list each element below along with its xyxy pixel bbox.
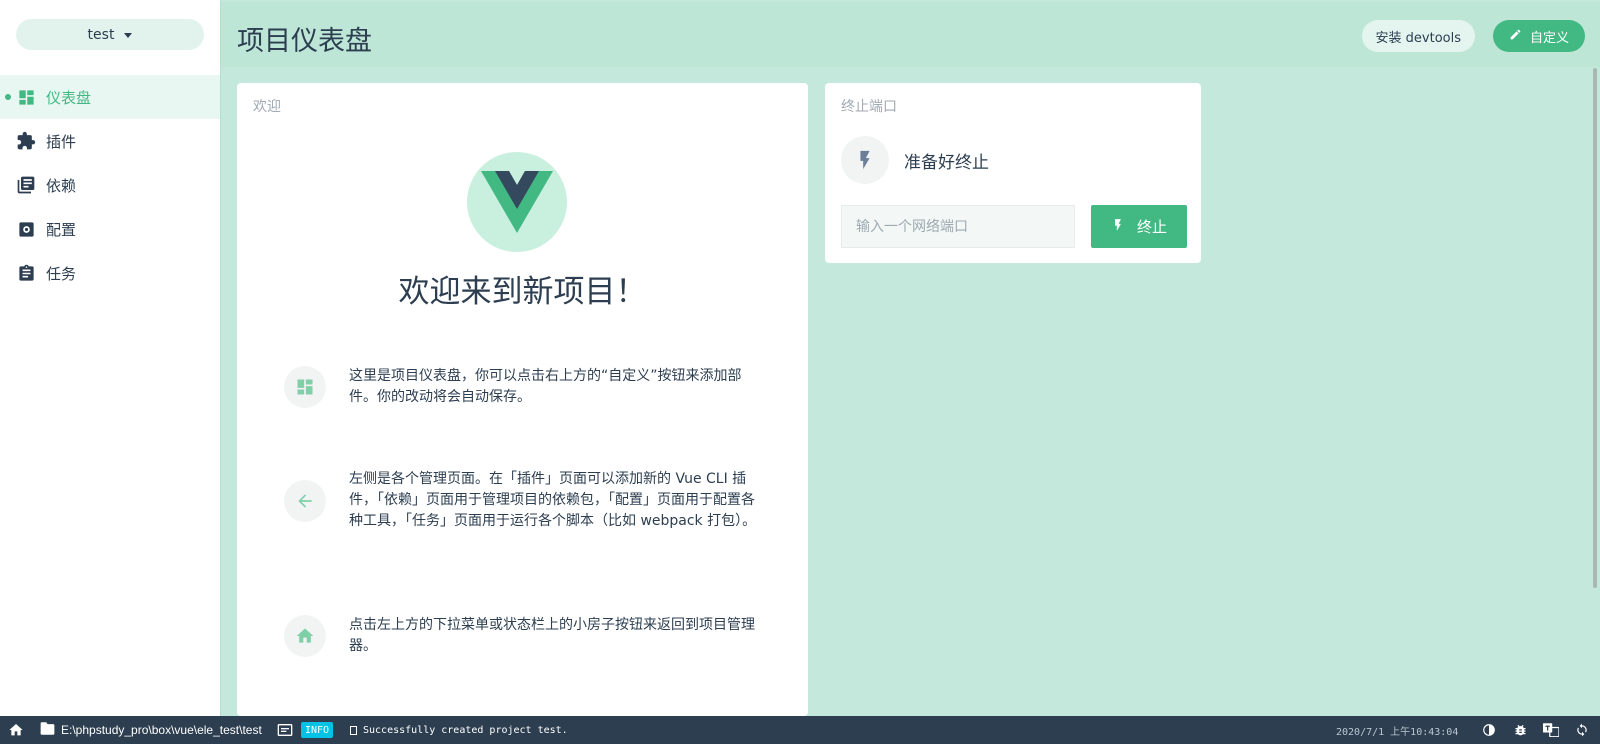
welcome-widget: 欢迎 欢迎来到新项目！ 这里是项目仪表盘，你可以点击右上方的“自定义”按钮来添加…	[237, 83, 808, 716]
puzzle-icon	[16, 131, 36, 151]
dark-mode-toggle-icon[interactable]	[1481, 722, 1497, 738]
sidebar-item-label: 依赖	[46, 176, 77, 195]
customize-label: 自定义	[1529, 30, 1569, 46]
console-icon[interactable]	[277, 722, 293, 738]
active-indicator-dot	[5, 94, 11, 100]
bug-report-icon[interactable]	[1512, 722, 1528, 738]
log-text: Successfully created project test.	[363, 724, 568, 736]
scrollbar[interactable]	[1593, 68, 1597, 588]
sidebar-item-tasks[interactable]: 任务	[0, 251, 220, 295]
sidebar-item-dependencies[interactable]: 依赖	[0, 163, 220, 207]
tip-item: 这里是项目仪表盘，你可以点击右上方的“自定义”按钮来添加部件。你的改动将会自动保…	[284, 366, 764, 408]
customize-button[interactable]: 自定义	[1493, 20, 1585, 52]
welcome-heading: 欢迎来到新项目！	[398, 274, 647, 310]
vue-logo	[467, 152, 567, 252]
kill-button-label: 终止	[1136, 218, 1167, 236]
sidebar-item-configuration[interactable]: 配置	[0, 207, 220, 251]
kill-status: 准备好终止	[841, 136, 989, 184]
tip-text: 这里是项目仪表盘，你可以点击右上方的“自定义”按钮来添加部件。你的改动将会自动保…	[349, 368, 742, 405]
main-content: 项目仪表盘 安装 devtools 自定义 欢迎 欢迎来到新项目！ 这里是项目仪…	[220, 0, 1600, 716]
sidebar-nav: 仪表盘 插件 依赖 配置 任务	[0, 75, 220, 295]
tip-text: 左侧是各个管理页面。在「插件」页面可以添加新的 Vue CLI 插件，「依赖」页…	[349, 471, 757, 529]
sidebar-item-label: 任务	[46, 264, 77, 283]
port-input[interactable]	[841, 205, 1075, 248]
last-log-message[interactable]: Successfully created project test.	[350, 716, 568, 744]
project-path[interactable]: E:\phpstudy_pro\box\vue\ele_test\test	[40, 716, 262, 744]
project-select-dropdown[interactable]: test	[16, 19, 204, 50]
folder-icon	[40, 722, 55, 738]
install-devtools-button[interactable]: 安装 devtools	[1361, 20, 1475, 52]
status-bar: E:\phpstudy_pro\box\vue\ele_test\test IN…	[0, 716, 1600, 744]
caret-down-icon	[124, 33, 133, 38]
clipboard-icon	[16, 263, 36, 283]
home-icon	[284, 615, 326, 657]
arrow-left-icon	[284, 479, 326, 522]
timestamp: 2020/7/1 上午10:43:04	[1336, 726, 1459, 738]
flash-icon	[841, 136, 889, 184]
sidebar-item-label: 配置	[46, 220, 77, 239]
log-level-badge: INFO	[301, 722, 334, 738]
sidebar: test 仪表盘 插件 依赖 配置 任务	[0, 0, 220, 716]
flash-icon	[1111, 216, 1125, 238]
widget-title: 终止端口	[841, 99, 897, 115]
library-books-icon	[16, 175, 36, 195]
tip-item: 左侧是各个管理页面。在「插件」页面可以添加新的 Vue CLI 插件，「依赖」页…	[284, 469, 764, 532]
log-box-icon	[350, 725, 357, 735]
settings-box-icon	[16, 219, 36, 239]
tip-item: 点击左上方的下拉菜单或状态栏上的小房子按钮来返回到项目管理器。	[284, 615, 764, 657]
project-name: test	[87, 26, 115, 43]
kill-status-text: 准备好终止	[904, 152, 989, 173]
dashboard-icon	[284, 366, 326, 408]
widget-title: 欢迎	[253, 99, 281, 115]
pencil-icon	[1509, 28, 1522, 45]
page-title: 项目仪表盘	[237, 26, 372, 57]
sidebar-item-plugins[interactable]: 插件	[0, 119, 220, 163]
sidebar-item-label: 插件	[46, 132, 77, 151]
tip-text: 点击左上方的下拉菜单或状态栏上的小房子按钮来返回到项目管理器。	[349, 617, 755, 654]
top-bar: 项目仪表盘 安装 devtools 自定义	[221, 2, 1600, 67]
kill-port-widget: 终止端口 准备好终止 终止	[825, 83, 1201, 263]
project-path-text: E:\phpstudy_pro\box\vue\ele_test\test	[61, 723, 262, 737]
sidebar-item-dashboard[interactable]: 仪表盘	[0, 75, 220, 119]
refresh-icon[interactable]	[1574, 722, 1590, 738]
dashboard-icon	[16, 87, 36, 107]
translate-icon[interactable]	[1543, 722, 1559, 738]
kill-button[interactable]: 终止	[1091, 205, 1187, 248]
home-icon[interactable]	[8, 722, 24, 738]
sidebar-item-label: 仪表盘	[46, 88, 92, 107]
